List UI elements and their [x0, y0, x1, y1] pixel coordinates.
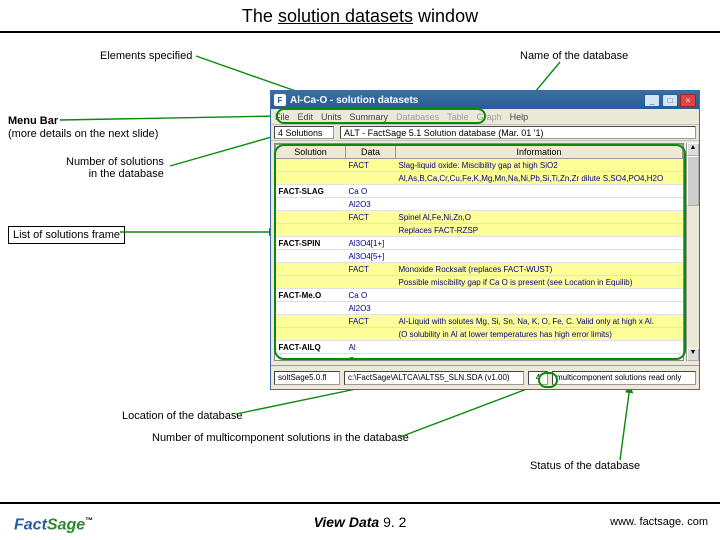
status-multicount: 4 — [528, 371, 548, 385]
app-window: F Al-Ca-O - solution datasets _ □ × File… — [270, 90, 700, 390]
solution-count-field: 4 Solutions — [274, 126, 334, 139]
table-row[interactable]: Al2O3 — [276, 198, 683, 211]
annot-nmulti: Number of multicomponent solutions in th… — [152, 432, 409, 444]
status-location: c:\FactSage\ALTCA\ALTS5_SLN.SDA (v1.00) — [344, 371, 524, 385]
vertical-scrollbar[interactable]: ▲ ▼ — [686, 143, 699, 361]
annot-menubar-sub: (more details on the next slide) — [8, 128, 158, 140]
statusbar: soltSage5.0.fl c:\FactSage\ALTCA\ALTS5_S… — [271, 365, 699, 389]
table-row[interactable]: Replaces FACT-RZSP — [276, 224, 683, 237]
slide-title: The solution datasets window — [0, 0, 720, 29]
col-header-solution[interactable]: Solution — [276, 145, 346, 159]
table-row[interactable]: (O solubility in Al at lower temperature… — [276, 328, 683, 341]
maximize-button[interactable]: □ — [662, 94, 678, 107]
table-row[interactable]: FACTAl-Liquid with solutes Mg, Si, Sn, N… — [276, 315, 683, 328]
menubar[interactable]: File Edit Units Summary Databases Table Graph H… — [271, 109, 699, 125]
scroll-thumb[interactable] — [687, 156, 699, 206]
table-row[interactable]: FACTSlag-liquid oxide: Miscibility gap a… — [276, 159, 683, 172]
annot-menubar-label: Menu Bar — [8, 115, 58, 127]
col-header-data[interactable]: Data — [346, 145, 396, 159]
status-readonly: multicomponent solutions read only — [552, 371, 696, 385]
annot-status-db: Status of the database — [530, 460, 640, 472]
table-row[interactable]: FACT-AlLQAl — [276, 341, 683, 354]
title-rule — [0, 31, 720, 33]
menu-databases[interactable]: Databases — [396, 112, 439, 122]
menu-table[interactable]: Table — [447, 112, 469, 122]
window-title: Al-Ca-O - solution datasets — [290, 95, 644, 106]
minimize-button[interactable]: _ — [644, 94, 660, 107]
annot-db-name: Name of the database — [520, 50, 628, 62]
footer-url[interactable]: www. factsage. com — [610, 516, 708, 528]
table-row[interactable]: Al,As,B,Ca,Cr,Cu,Fe,K,Mg,Mn,Na,Ni,Pb,Si,… — [276, 172, 683, 185]
table-row[interactable]: Al3O4[5+] — [276, 250, 683, 263]
scroll-up-button[interactable]: ▲ — [687, 143, 699, 156]
annot-location-db: Location of the database — [122, 410, 242, 422]
annot-elements-specified: Elements specified — [100, 50, 192, 62]
menu-file[interactable]: File — [275, 112, 290, 122]
menu-summary[interactable]: Summary — [350, 112, 389, 122]
table-row[interactable]: FACT-SPINAl3O4[1+] — [276, 237, 683, 250]
menu-units[interactable]: Units — [321, 112, 342, 122]
table-row[interactable]: FACT-SLAGCa O — [276, 185, 683, 198]
status-file: soltSage5.0.fl — [274, 371, 340, 385]
col-header-information[interactable]: Information — [396, 145, 683, 159]
annot-list-frame: List of solutions frame — [8, 226, 125, 244]
table-row[interactable]: O — [276, 354, 683, 362]
menu-help[interactable]: Help — [510, 112, 529, 122]
table-row[interactable]: FACT-Me.OCa O — [276, 289, 683, 302]
database-name-field: ALT - FactSage 5.1 Solution database (Ma… — [340, 126, 696, 139]
menu-edit[interactable]: Edit — [298, 112, 314, 122]
menu-graph[interactable]: Graph — [477, 112, 502, 122]
table-row[interactable]: FACTSpinel Al,Fe,Ni,Zn,O — [276, 211, 683, 224]
footer-rule — [0, 502, 720, 504]
info-row: 4 Solutions ALT - FactSage 5.1 Solution … — [271, 125, 699, 141]
table-row[interactable]: Al2O3 — [276, 302, 683, 315]
annot-nsolutions: Number of solutions in the database — [66, 156, 164, 180]
table-row[interactable]: FACTMonoxide Rocksalt (replaces FACT-WUS… — [276, 263, 683, 276]
window-titlebar[interactable]: F Al-Ca-O - solution datasets _ □ × — [271, 91, 699, 109]
solutions-grid[interactable]: Solution Data Information FACTSlag-liqui… — [274, 143, 684, 361]
table-row[interactable]: Possible miscibility gap if Ca O is pres… — [276, 276, 683, 289]
close-button[interactable]: × — [680, 94, 696, 107]
scroll-down-button[interactable]: ▼ — [687, 348, 699, 361]
app-icon: F — [274, 94, 286, 106]
